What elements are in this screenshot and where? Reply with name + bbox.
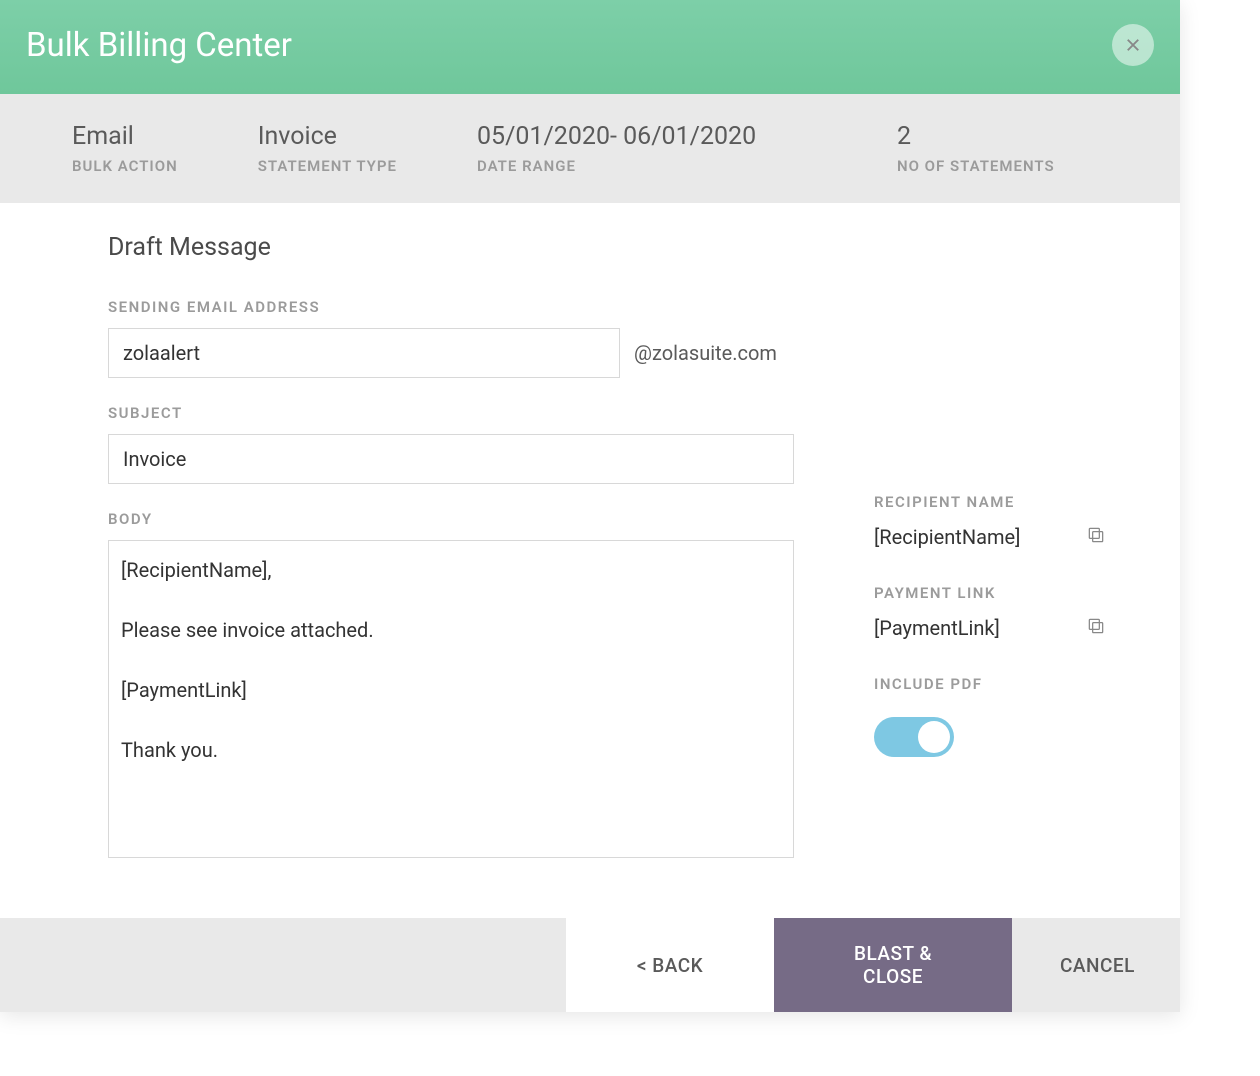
recipient-name-label: RECIPIENT NAME bbox=[874, 493, 1108, 511]
footer: < BACK BLAST & CLOSE CANCEL bbox=[0, 918, 1180, 1012]
include-pdf-toggle[interactable] bbox=[874, 717, 954, 757]
payment-link-group: PAYMENT LINK [PaymentLink] bbox=[874, 584, 1108, 641]
copy-icon bbox=[1086, 525, 1106, 545]
summary-date-range: 05/01/2020- 06/01/2020 DATE RANGE bbox=[477, 122, 817, 175]
summary-label: NO OF STATEMENTS bbox=[897, 157, 1055, 175]
copy-icon bbox=[1086, 616, 1106, 636]
sending-email-input[interactable] bbox=[108, 328, 620, 378]
content-area: Draft Message SENDING EMAIL ADDRESS @zol… bbox=[0, 203, 1180, 918]
body-group: BODY bbox=[108, 510, 794, 862]
summary-label: STATEMENT TYPE bbox=[258, 157, 397, 175]
summary-value: 05/01/2020- 06/01/2020 bbox=[477, 122, 817, 151]
blast-and-close-button[interactable]: BLAST & CLOSE bbox=[774, 918, 1012, 1012]
copy-payment-link-button[interactable] bbox=[1084, 614, 1108, 641]
email-row: @zolasuite.com bbox=[108, 328, 794, 378]
subject-label: SUBJECT bbox=[108, 404, 794, 422]
summary-label: BULK ACTION bbox=[72, 157, 178, 175]
bulk-billing-modal: Bulk Billing Center Email BULK ACTION In… bbox=[0, 0, 1180, 1012]
close-icon bbox=[1124, 36, 1142, 54]
summary-label: DATE RANGE bbox=[477, 157, 817, 175]
recipient-name-value: [RecipientName] bbox=[874, 525, 1020, 549]
sending-email-label: SENDING EMAIL ADDRESS bbox=[108, 298, 794, 316]
section-title: Draft Message bbox=[108, 233, 794, 262]
include-pdf-label: INCLUDE PDF bbox=[874, 675, 1108, 693]
recipient-name-row: [RecipientName] bbox=[874, 523, 1108, 550]
payment-link-value: [PaymentLink] bbox=[874, 616, 1000, 640]
recipient-name-group: RECIPIENT NAME [RecipientName] bbox=[874, 493, 1108, 550]
footer-spacer bbox=[0, 918, 566, 1012]
include-pdf-group: INCLUDE PDF bbox=[874, 675, 1108, 761]
body-label: BODY bbox=[108, 510, 794, 528]
summary-bulk-action: Email BULK ACTION bbox=[72, 122, 178, 175]
summary-value: Email bbox=[72, 122, 178, 151]
toggle-knob bbox=[918, 721, 950, 753]
modal-title: Bulk Billing Center bbox=[26, 26, 292, 65]
summary-statement-type: Invoice STATEMENT TYPE bbox=[258, 122, 397, 175]
back-button[interactable]: < BACK bbox=[566, 918, 774, 1012]
payment-link-label: PAYMENT LINK bbox=[874, 584, 1108, 602]
summary-value: 2 bbox=[897, 122, 1055, 151]
summary-bar: Email BULK ACTION Invoice STATEMENT TYPE… bbox=[0, 94, 1180, 203]
body-textarea[interactable] bbox=[108, 540, 794, 858]
payment-link-row: [PaymentLink] bbox=[874, 614, 1108, 641]
subject-group: SUBJECT bbox=[108, 404, 794, 484]
subject-input[interactable] bbox=[108, 434, 794, 484]
side-column: RECIPIENT NAME [RecipientName] PAYMENT L… bbox=[874, 233, 1108, 888]
summary-value: Invoice bbox=[258, 122, 397, 151]
main-column: Draft Message SENDING EMAIL ADDRESS @zol… bbox=[108, 233, 794, 888]
email-domain-suffix: @zolasuite.com bbox=[634, 341, 777, 365]
close-button[interactable] bbox=[1112, 24, 1154, 66]
copy-recipient-name-button[interactable] bbox=[1084, 523, 1108, 550]
cancel-button[interactable]: CANCEL bbox=[1012, 918, 1180, 1012]
summary-no-of-statements: 2 NO OF STATEMENTS bbox=[897, 122, 1055, 175]
modal-header: Bulk Billing Center bbox=[0, 0, 1180, 94]
sending-email-group: SENDING EMAIL ADDRESS @zolasuite.com bbox=[108, 298, 794, 378]
